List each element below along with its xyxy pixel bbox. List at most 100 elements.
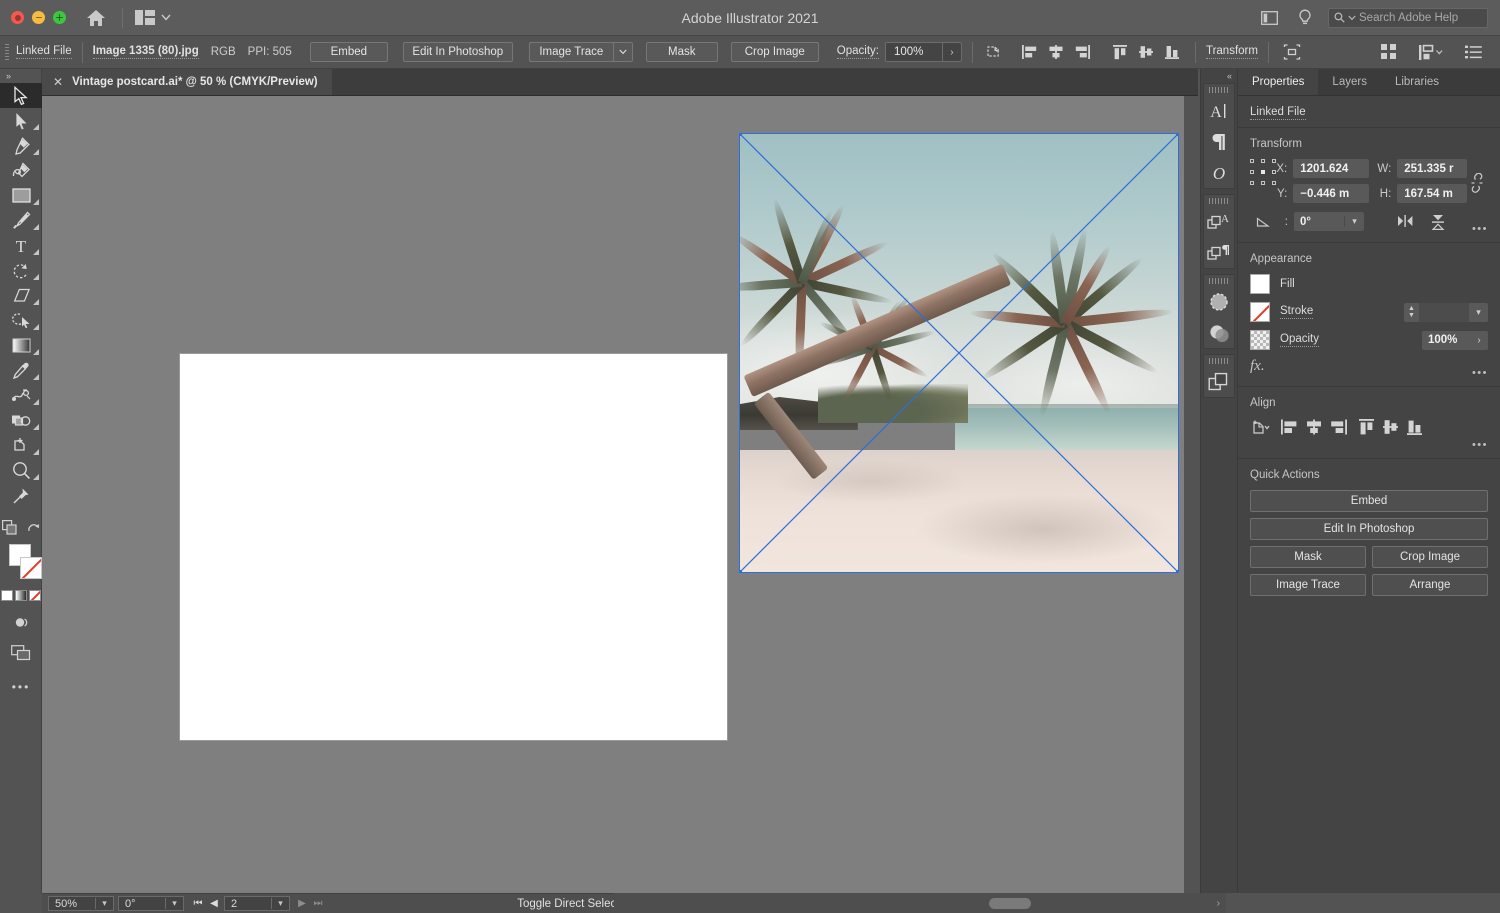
zoom-level-field[interactable]: 50% ▾ (48, 896, 114, 911)
y-input[interactable]: −0.446 m (1293, 184, 1370, 203)
curvature-tool[interactable] (0, 158, 42, 183)
quick-action-embed-button[interactable]: Embed (1250, 490, 1488, 512)
canvas-horizontal-scrollbar[interactable]: › (614, 893, 1226, 913)
eyedropper-tool[interactable] (0, 358, 42, 383)
stroke-weight-chevron-down-icon[interactable]: ▾ (1469, 302, 1488, 322)
discover-bulb-icon[interactable] (1292, 6, 1318, 30)
width-input[interactable]: 251.335 r (1397, 159, 1468, 178)
rotate-chevron-down-icon[interactable]: ▾ (165, 898, 183, 909)
zoom-chevron-down-icon[interactable]: ▾ (95, 898, 113, 909)
selection-handle[interactable] (1176, 570, 1179, 573)
fill-color-swatch[interactable] (1250, 274, 1270, 294)
shaper-tool[interactable] (0, 308, 42, 333)
brushes-panel-icon[interactable] (1204, 286, 1234, 317)
expand-toolbar-icon[interactable]: » (0, 69, 41, 83)
edit-in-photoshop-button[interactable]: Edit In Photoshop (402, 42, 513, 62)
reference-point-selector[interactable] (1250, 159, 1276, 185)
quick-action-mask-button[interactable]: Mask (1250, 546, 1366, 568)
transform-link[interactable]: Transform (1205, 45, 1258, 59)
shape-builder-tool[interactable] (0, 408, 42, 433)
panel-group-grip[interactable] (1209, 197, 1229, 205)
selection-handle[interactable] (739, 133, 742, 136)
align-vertical-center-icon[interactable] (1133, 40, 1159, 64)
rotate-view-field[interactable]: 0° ▾ (118, 896, 184, 911)
color-mode-icon[interactable] (0, 590, 13, 601)
workspace-switcher-icon[interactable] (1418, 40, 1444, 64)
layers-panel-icon[interactable] (1204, 366, 1234, 397)
pen-tool[interactable] (0, 133, 42, 158)
stroke-weight-control[interactable]: ▲ ▼ ▾ (1404, 302, 1488, 322)
opacity-label[interactable]: Opacity (1280, 333, 1319, 347)
quick-action-crop-image-button[interactable]: Crop Image (1372, 546, 1488, 568)
minimize-window-button[interactable] (32, 11, 45, 24)
stroke-weight-input[interactable] (1419, 302, 1469, 322)
appearance-more-options-icon[interactable]: ••• (1472, 367, 1488, 379)
change-screen-mode-icon[interactable] (0, 640, 42, 665)
x-input[interactable]: 1201.624 (1293, 159, 1370, 178)
align-left-icon[interactable] (1017, 40, 1043, 64)
opacity-chevron-right-icon[interactable]: › (941, 43, 961, 61)
opacity-chevron-right-icon[interactable]: › (1470, 331, 1488, 350)
quick-action-edit-in-photoshop-button[interactable]: Edit In Photoshop (1250, 518, 1488, 540)
character-styles-panel-icon[interactable]: A (1204, 206, 1234, 237)
panel-group-grip[interactable] (1209, 357, 1229, 365)
embed-button[interactable]: Embed (309, 42, 388, 62)
control-bar-grip[interactable] (5, 43, 9, 61)
placed-linked-image[interactable] (739, 133, 1179, 573)
horizontal-scroll-thumb[interactable] (989, 898, 1031, 909)
direct-selection-tool[interactable] (0, 108, 42, 133)
tab-properties[interactable]: Properties (1238, 69, 1319, 95)
gradient-tool[interactable] (0, 333, 42, 358)
stroke-weight-stepper[interactable]: ▲ ▼ (1404, 302, 1419, 322)
arrange-documents-icon[interactable] (135, 10, 171, 25)
character-panel-icon[interactable]: A (1204, 95, 1234, 126)
select-similar-objects-icon[interactable] (983, 40, 1009, 64)
none-mode-icon[interactable] (28, 590, 41, 601)
selection-tool[interactable] (0, 83, 42, 108)
tab-libraries[interactable]: Libraries (1381, 69, 1453, 95)
height-input[interactable]: 167.54 m (1397, 184, 1468, 203)
stroke-label[interactable]: Stroke (1280, 305, 1314, 319)
artboard[interactable] (179, 353, 728, 741)
quick-action-image-trace-button[interactable]: Image Trace (1250, 574, 1366, 596)
type-tool[interactable]: T (0, 233, 42, 258)
flip-horizontal-icon[interactable] (1396, 213, 1414, 231)
selection-handle[interactable] (739, 570, 742, 573)
drawing-modes-icon[interactable] (1, 520, 19, 536)
quick-action-arrange-button[interactable]: Arrange (1372, 574, 1488, 596)
image-trace-button[interactable]: Image Trace (528, 42, 613, 62)
search-input[interactable]: Search Adobe Help (1328, 7, 1488, 28)
flip-vertical-icon[interactable] (1430, 213, 1446, 231)
arrange-documents-grid-icon[interactable] (1376, 40, 1402, 64)
previous-artboard-icon[interactable]: ◀ (206, 898, 222, 909)
close-window-button[interactable] (11, 11, 24, 24)
artboard-number-field[interactable]: 2 ▾ (224, 896, 290, 911)
properties-menu-icon[interactable] (1460, 40, 1486, 64)
rectangle-tool[interactable] (0, 183, 42, 208)
last-artboard-icon[interactable]: ⏭ (310, 898, 326, 909)
transparency-panel-icon[interactable] (1204, 317, 1234, 348)
first-artboard-icon[interactable]: ⏮ (190, 898, 206, 909)
align-horizontal-center-icon[interactable] (1043, 40, 1069, 64)
next-artboard-icon[interactable]: ▶ (294, 898, 310, 909)
align-bottom-icon[interactable] (1159, 40, 1185, 64)
align-top-icon[interactable] (1107, 40, 1133, 64)
stroke-color-swatch[interactable] (1250, 302, 1270, 322)
paintbrush-tool[interactable] (0, 208, 42, 233)
paragraph-styles-panel-icon[interactable] (1204, 237, 1234, 268)
stroke-swatch-none[interactable] (20, 557, 42, 579)
align-more-options-icon[interactable]: ••• (1472, 439, 1488, 451)
angle-chevron-down-icon[interactable]: ▾ (1344, 216, 1364, 227)
fx-button[interactable]: fx. (1250, 358, 1488, 375)
canvas-area[interactable] (42, 96, 1184, 893)
artboard-tool[interactable] (0, 433, 42, 458)
eraser-tool[interactable] (0, 283, 42, 308)
document-tab[interactable]: ✕ Vintage postcard.ai* @ 50 % (CMYK/Prev… (42, 69, 332, 95)
opentype-panel-icon[interactable]: O (1204, 157, 1234, 188)
align-horizontal-center-icon[interactable] (1304, 418, 1324, 436)
align-bottom-icon[interactable] (1405, 418, 1425, 436)
unlink-proportions-icon[interactable] (1467, 159, 1488, 193)
artboard-chevron-down-icon[interactable]: ▾ (271, 898, 289, 909)
crop-image-button[interactable]: Crop Image (730, 42, 819, 62)
paragraph-panel-icon[interactable] (1204, 126, 1234, 157)
